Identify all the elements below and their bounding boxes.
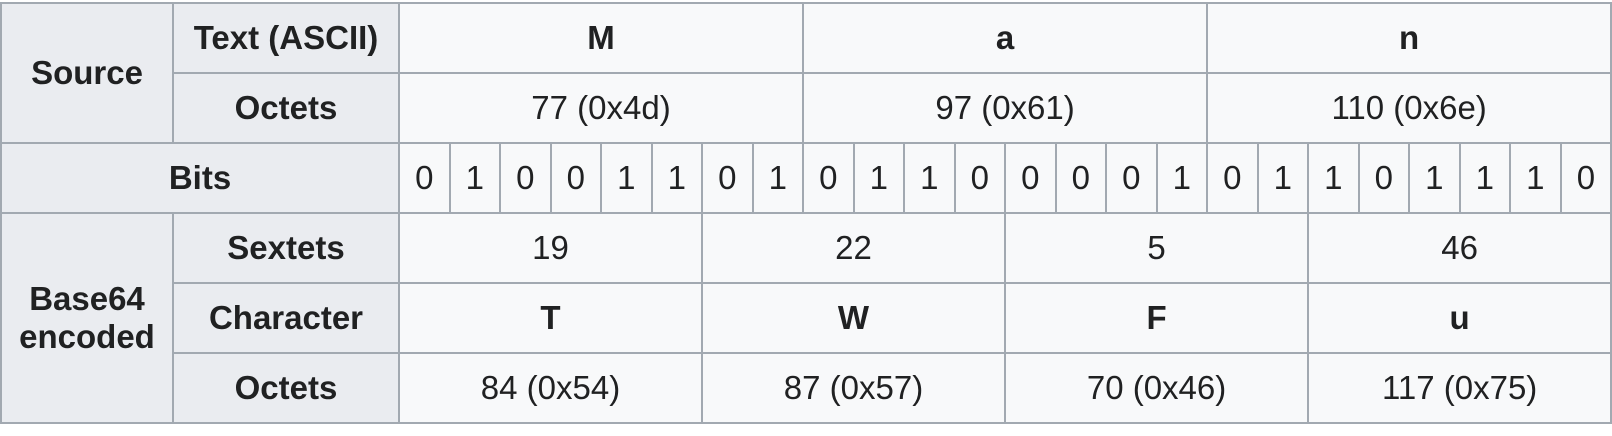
bit-cell: 1 — [600, 142, 653, 214]
base64-encoded-header: Base64 encoded — [0, 212, 174, 424]
bit-cell: 1 — [1256, 142, 1310, 214]
bit-cell: 0 — [701, 142, 754, 214]
base64-octet-cell: 70 (0x46) — [1003, 352, 1310, 424]
bit-cell: 1 — [1408, 142, 1461, 214]
row-bits: Bits 0 1 0 0 1 1 0 1 0 1 1 0 0 0 0 1 0 1… — [0, 142, 1612, 214]
bit-cell: 1 — [852, 142, 905, 214]
base64-char-cell: T — [398, 282, 703, 354]
bit-cell: 0 — [1357, 142, 1411, 214]
sextet-cell: 46 — [1307, 212, 1612, 284]
bit-cell: 0 — [1004, 142, 1057, 214]
base64-octet-cell: 84 (0x54) — [398, 352, 703, 424]
sextet-cell: 19 — [398, 212, 703, 284]
base64-char-cell: W — [701, 282, 1006, 354]
base64-char-cell: u — [1307, 282, 1612, 354]
source-octets-header: Octets — [172, 72, 400, 144]
source-octet-cell: 110 (0x6e) — [1206, 72, 1612, 144]
row-character: Character T W F u — [1, 282, 1612, 354]
character-header: Character — [172, 282, 400, 354]
bit-cell: 0 — [499, 142, 552, 214]
bit-cell: 0 — [802, 142, 855, 214]
base64-char-cell: F — [1003, 282, 1310, 354]
source-header: Source — [0, 2, 174, 144]
bit-cell: 0 — [1559, 142, 1612, 214]
base64-octets-header: Octets — [172, 352, 400, 424]
row-sextets: Base64 encoded Sextets 19 22 5 46 — [0, 212, 1612, 424]
base64-encoding-table: Source Text (ASCII) M a n Octets 77 (0x4… — [0, 2, 1612, 424]
bit-cell: 0 — [549, 142, 602, 214]
row-text-ascii: Source Text (ASCII) M a n — [0, 2, 1612, 144]
bit-cell: 1 — [1155, 142, 1209, 214]
row-source-octets: Octets 77 (0x4d) 97 (0x61) 110 (0x6e) — [1, 72, 1612, 144]
sextet-cell: 5 — [1003, 212, 1310, 284]
bit-cell: 1 — [1509, 142, 1562, 214]
source-octet-cell: 77 (0x4d) — [398, 72, 804, 144]
bit-cell: 0 — [953, 142, 1006, 214]
source-char-cell: M — [398, 2, 804, 74]
source-char-cell: n — [1206, 2, 1612, 74]
bit-cell: 1 — [751, 142, 804, 214]
sextets-header: Sextets — [172, 212, 400, 284]
text-ascii-header: Text (ASCII) — [172, 2, 400, 74]
bit-cell: 0 — [1206, 142, 1259, 214]
base64-octet-cell: 117 (0x75) — [1307, 352, 1612, 424]
bit-cell: 1 — [1307, 142, 1360, 214]
source-char-cell: a — [801, 2, 1209, 74]
bit-cell: 0 — [1054, 142, 1107, 214]
bits-header: Bits — [0, 142, 400, 214]
source-octet-cell: 97 (0x61) — [801, 72, 1209, 144]
bit-cell: 1 — [903, 142, 956, 214]
sextet-cell: 22 — [701, 212, 1006, 284]
bit-cell: 1 — [448, 142, 501, 214]
row-base64-octets: Octets 84 (0x54) 87 (0x57) 70 (0x46) 117… — [1, 352, 1612, 424]
bit-cell: 0 — [1105, 142, 1158, 214]
bit-cell: 1 — [650, 142, 703, 214]
bit-cell: 1 — [1458, 142, 1512, 214]
base64-octet-cell: 87 (0x57) — [701, 352, 1006, 424]
bit-cell: 0 — [398, 142, 451, 214]
